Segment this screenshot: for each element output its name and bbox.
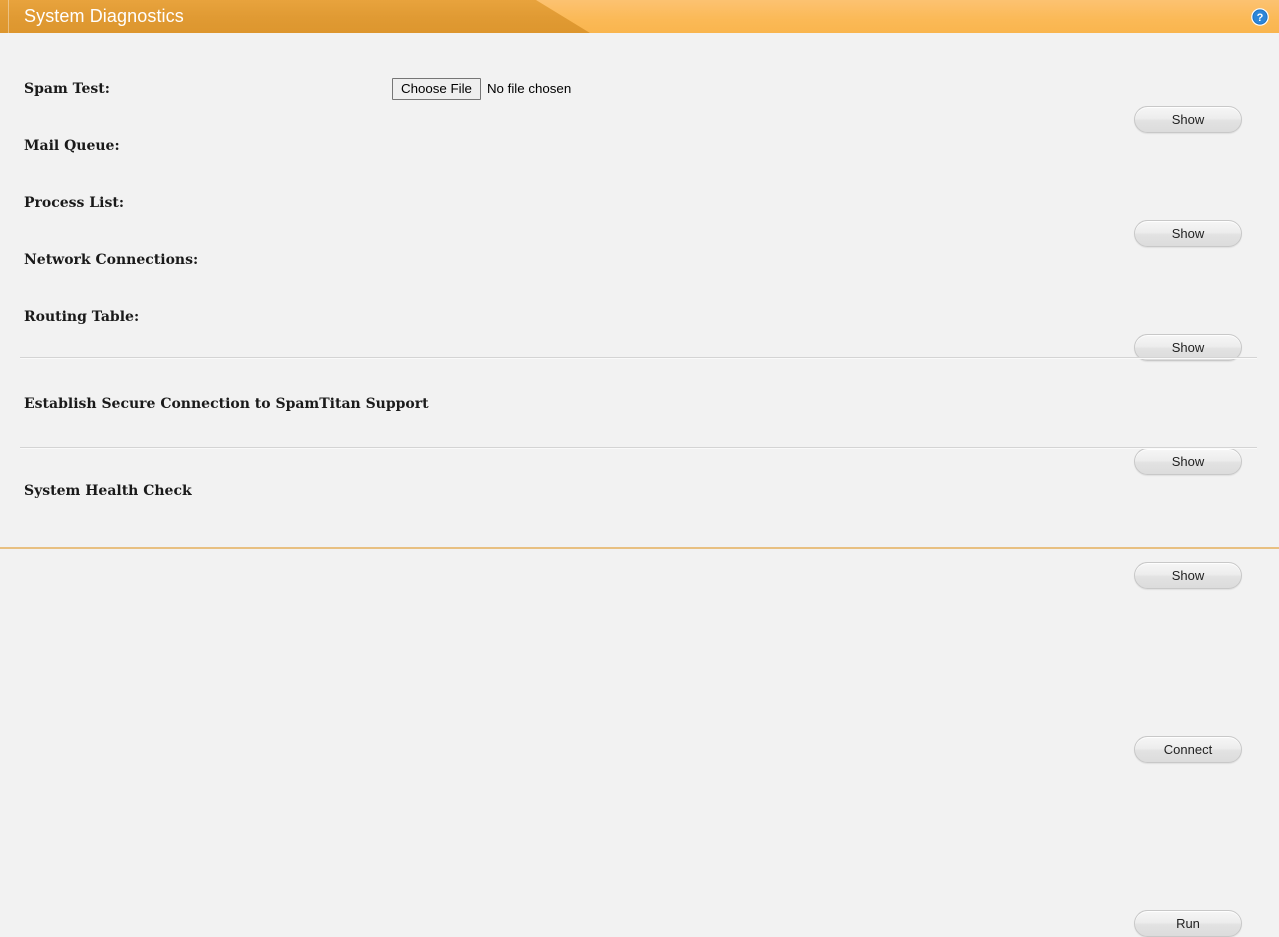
help-circle-icon[interactable]: ? [1251,8,1269,26]
connect-support-button[interactable]: Connect [1134,736,1242,763]
diagnostic-row-routing-table: Routing Table: Show [0,297,1279,589]
page-title: System Diagnostics [24,6,184,26]
diagnostic-row-mail-queue: Mail Queue: Show [0,126,1279,247]
row-label-mail-queue: Mail Queue: [24,138,120,154]
diagnostic-row-network-connections: Network Connections: Show [0,240,1279,475]
diagnostic-row-process-list: Process List: Show [0,183,1279,361]
file-input-spam-test[interactable]: Choose File No file chosen [392,69,571,109]
spam-test-file-field: Choose File No file chosen [392,69,571,109]
support-connection-label: Establish Secure Connection to SpamTitan… [24,396,429,412]
header-accent-line [8,0,9,33]
row-label-network-connections: Network Connections: [24,252,199,268]
system-health-check-row: System Health Check Run [0,471,1279,937]
diagnostics-content: Spam Test: Choose File No file chosen Sho… [0,33,1279,937]
run-health-check-button[interactable]: Run [1134,910,1242,937]
page-header-bar: System Diagnostics ? [0,0,1279,33]
diagnostic-row-spam-test: Spam Test: Choose File No file chosen Sho… [0,69,1279,133]
choose-file-button[interactable]: Choose File [392,78,481,101]
file-chosen-status: No file chosen [486,81,572,97]
show-routing-table-button[interactable]: Show [1134,562,1242,589]
row-label-process-list: Process List: [24,195,124,211]
row-label-routing-table: Routing Table: [24,309,140,325]
page-root: System Diagnostics ? Spam Test: Choose F… [0,0,1279,937]
svg-text:?: ? [1257,12,1264,24]
section-divider-bottom [20,447,1257,449]
system-health-check-label: System Health Check [24,483,192,499]
section-divider-top [20,357,1257,359]
support-connection-row: Establish Secure Connection to SpamTitan… [0,384,1279,763]
row-label-spam-test: Spam Test: [24,81,110,97]
